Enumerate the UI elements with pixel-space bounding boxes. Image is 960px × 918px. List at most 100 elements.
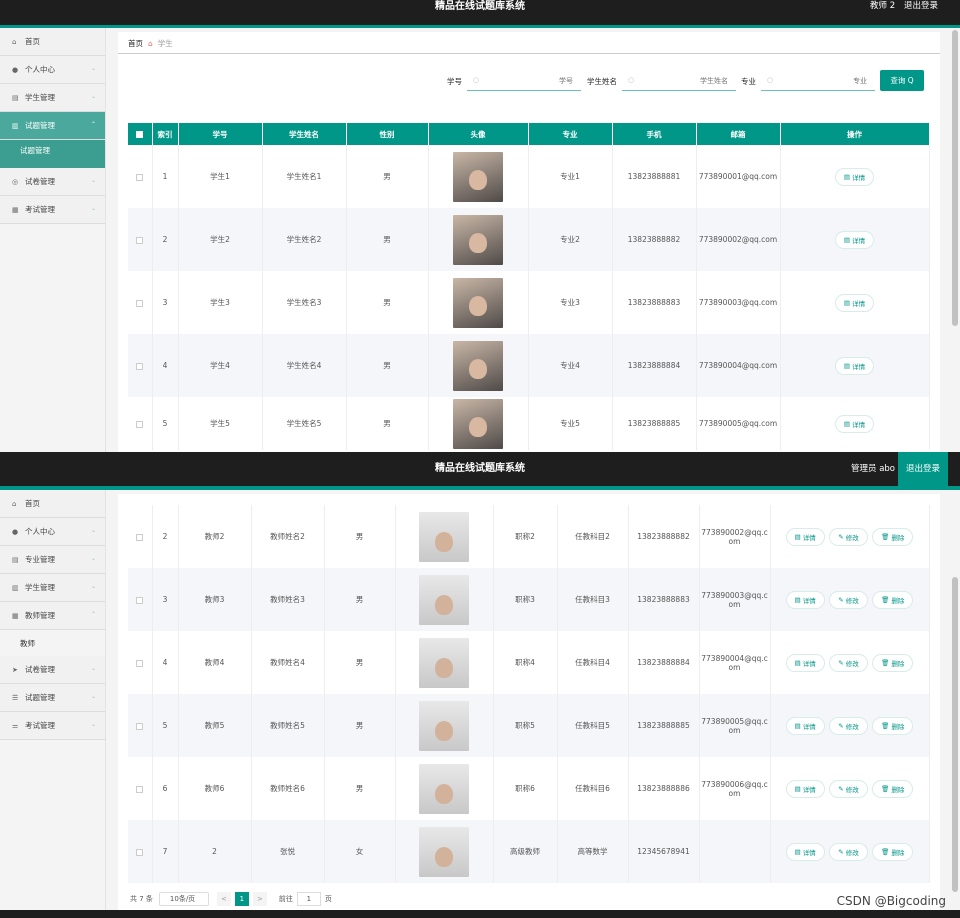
edit-button[interactable]: ✎ 修改 [829, 653, 868, 672]
user-label[interactable]: 教师 2 [870, 0, 895, 13]
page-1-button[interactable]: 1 [234, 892, 249, 906]
delete-button[interactable]: 🗑 删除 [872, 527, 914, 546]
student-table: 索引 学号 学生姓名 性别 头像 专业 手机 邮箱 操作 1 学生1 学生姓名1… [128, 123, 930, 450]
doc-icon: ▤ [794, 721, 803, 730]
button-label: 删除 [891, 848, 905, 857]
cell-student-name: 学生姓名3 [262, 271, 347, 334]
detail-button[interactable]: ▤ 详情 [785, 590, 825, 609]
edit-button[interactable]: ✎ 修改 [829, 716, 868, 735]
sidebar-item-students[interactable]: ▥ 学生管理 ⌄ [0, 574, 105, 602]
row-checkbox[interactable] [136, 299, 144, 307]
detail-button[interactable]: ▤ 详情 [785, 527, 825, 546]
doc-icon: ▤ [794, 784, 803, 793]
delete-button[interactable]: 🗑 删除 [872, 779, 914, 798]
sidebar-subitem-teachers[interactable]: 教师 [0, 630, 105, 656]
delete-button[interactable]: 🗑 删除 [872, 590, 914, 609]
edit-button[interactable]: ✎ 修改 [829, 842, 868, 861]
sidebar-item-questions[interactable]: ▥ 试题管理 ⌃ [0, 112, 105, 140]
cell-phone: 13823888882 [628, 505, 700, 568]
row-checkbox[interactable] [136, 173, 144, 181]
sidebar-item-label: 教师管理 [25, 611, 55, 620]
student-no-input[interactable] [467, 71, 581, 90]
sidebar-item-home[interactable]: ⌂ 首页 [0, 28, 105, 56]
user-icon: ● [12, 65, 19, 74]
avatar [419, 511, 469, 562]
table-row: 3 学生3 学生姓名3 男 专业3 13823888883 773890003@… [128, 271, 930, 334]
row-checkbox[interactable] [136, 659, 144, 667]
list-icon: ☰ [12, 693, 19, 702]
next-page-button[interactable]: > [252, 892, 267, 906]
detail-button[interactable]: ▤ 详情 [834, 414, 875, 433]
logout-button[interactable]: 退出登录 [904, 0, 938, 13]
table-row: 2 学生2 学生姓名2 男 专业2 13823888882 773890002@… [128, 208, 930, 271]
cell-phone: 13823888884 [612, 334, 697, 397]
row-checkbox[interactable] [136, 785, 144, 793]
row-checkbox[interactable] [136, 722, 144, 730]
major-input[interactable] [761, 71, 875, 90]
sidebar-item-papers[interactable]: ➤ 试卷管理 ⌄ [0, 656, 105, 684]
detail-button[interactable]: ▤ 详情 [785, 842, 825, 861]
detail-button[interactable]: ▤ 详情 [785, 716, 825, 735]
cell-sex: 男 [346, 145, 429, 208]
row-checkbox[interactable] [136, 596, 144, 604]
button-label: 修改 [845, 659, 859, 668]
sidebar-subitem-questions[interactable]: 试题管理 [0, 140, 105, 160]
edit-button[interactable]: ✎ 修改 [829, 590, 868, 609]
cell-sex: 女 [324, 820, 396, 883]
delete-button[interactable]: 🗑 删除 [872, 716, 914, 735]
goto-page-input[interactable]: 1 [296, 892, 321, 906]
cell-sex: 男 [324, 505, 396, 568]
edit-button[interactable]: ✎ 修改 [829, 779, 868, 798]
student-name-input[interactable] [622, 71, 736, 90]
row-checkbox[interactable] [136, 533, 144, 541]
row-checkbox[interactable] [136, 362, 144, 370]
chevron-up-icon: ⌃ [90, 611, 96, 618]
cell-student-name: 学生姓名5 [262, 397, 347, 450]
app-title: 精品在线试题库系统 [435, 463, 525, 474]
select-all-checkbox[interactable] [136, 131, 144, 138]
sidebar-item-home[interactable]: ⌂ 首页 [0, 490, 105, 518]
delete-button[interactable]: 🗑 删除 [872, 842, 914, 861]
sidebar-item-profile[interactable]: ● 个人中心 ⌄ [0, 56, 105, 84]
user-label[interactable]: 管理员 abo [851, 452, 895, 486]
edit-button[interactable]: ✎ 修改 [829, 527, 868, 546]
trash-icon: 🗑 [881, 721, 892, 730]
scrollbar[interactable] [952, 577, 958, 892]
detail-button[interactable]: ▤ 详情 [785, 653, 825, 672]
sidebar-item-exams[interactable]: ▦ 考试管理 ⌄ [0, 196, 105, 224]
cell-student-no: 学生2 [178, 208, 263, 271]
col-student-name: 学生姓名 [262, 123, 347, 145]
home-icon: ⌂ [12, 37, 17, 46]
detail-button[interactable]: ▤ 详情 [785, 779, 825, 798]
cell-student-name: 学生姓名2 [262, 208, 347, 271]
cell-phone: 13823888885 [612, 397, 697, 450]
pencil-icon: ✎ [838, 658, 846, 667]
row-checkbox[interactable] [136, 848, 144, 856]
cell-major: 专业5 [528, 397, 613, 450]
detail-button[interactable]: ▤ 详情 [834, 230, 875, 249]
sidebar-item-students[interactable]: ▤ 学生管理 ⌄ [0, 84, 105, 112]
sidebar-item-exams[interactable]: ⚌ 考试管理 ⌄ [0, 712, 105, 740]
row-checkbox[interactable] [136, 236, 144, 244]
sidebar-item-profile[interactable]: ● 个人中心 ⌄ [0, 518, 105, 546]
cell-index: 5 [152, 694, 179, 757]
logout-button[interactable]: 退出登录 [898, 452, 949, 486]
sidebar-item-majors[interactable]: ▤ 专业管理 ⌄ [0, 546, 105, 574]
cell-title: 职称5 [493, 694, 558, 757]
detail-button[interactable]: ▤ 详情 [834, 356, 875, 375]
sidebar-item-papers[interactable]: ◎ 试卷管理 ⌄ [0, 168, 105, 196]
detail-button[interactable]: ▤ 详情 [834, 167, 875, 186]
sidebar-item-teachers[interactable]: ▦ 教师管理 ⌃ [0, 602, 105, 630]
row-checkbox[interactable] [136, 420, 144, 428]
breadcrumb-home[interactable]: 首页 [128, 38, 143, 49]
button-label: 修改 [845, 722, 859, 731]
prev-page-button[interactable]: < [216, 892, 231, 906]
page-size-select[interactable]: 10条/页 [158, 892, 209, 906]
table-row: 6 教师6 教师姓名6 男 职称6 任教科目6 13823888886 7738… [128, 757, 930, 820]
sidebar-item-questions[interactable]: ☰ 试题管理 ⌄ [0, 684, 105, 712]
detail-button[interactable]: ▤ 详情 [834, 293, 875, 312]
scrollbar[interactable] [952, 30, 958, 326]
query-button[interactable]: 查询 Q [880, 70, 924, 91]
delete-button[interactable]: 🗑 删除 [872, 653, 914, 672]
col-actions: 操作 [780, 123, 930, 145]
